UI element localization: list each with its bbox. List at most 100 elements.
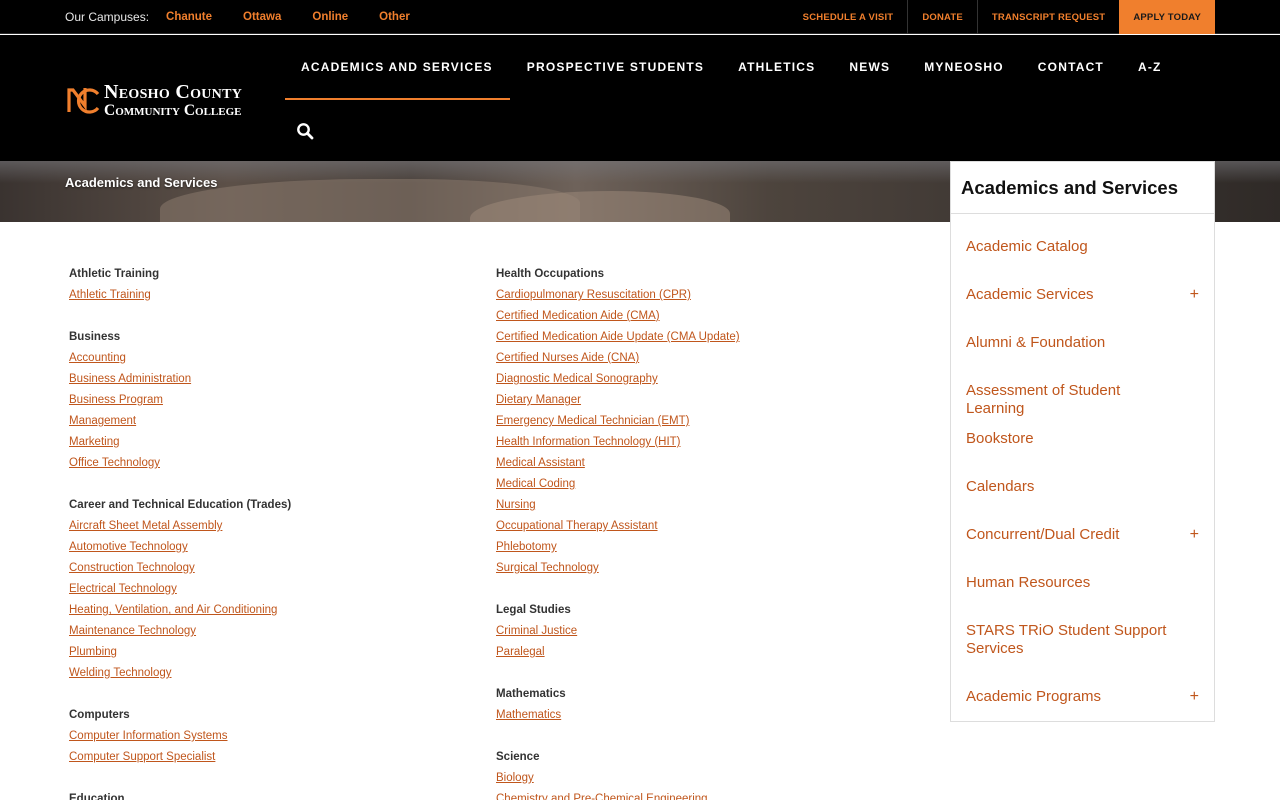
sidebar-item-link[interactable]: Calendars	[966, 478, 1180, 496]
program-link-diagnostic-medical-sonography[interactable]: Diagnostic Medical Sonography	[496, 370, 916, 391]
program-link-occupational-therapy-assistant[interactable]: Occupational Therapy Assistant	[496, 517, 916, 538]
program-link-biology[interactable]: Biology	[496, 769, 916, 790]
nav-news[interactable]: NEWS	[832, 35, 907, 99]
nav-athletics[interactable]: ATHLETICS	[721, 35, 832, 99]
nav-myneosho[interactable]: MYNEOSHO	[907, 35, 1021, 99]
program-link-maintenance-technology[interactable]: Maintenance Technology	[69, 622, 469, 643]
campus-link-ottawa[interactable]: Ottawa	[243, 11, 281, 23]
sidebar-item-assessment-of-student-learning[interactable]: Assessment of Student Learning	[951, 372, 1214, 420]
sidebar-item-link[interactable]: Academic Catalog	[966, 238, 1180, 256]
program-link-automotive-technology[interactable]: Automotive Technology	[69, 538, 469, 559]
sidebar-item-link[interactable]: Alumni & Foundation	[966, 334, 1180, 352]
program-link-surgical-technology[interactable]: Surgical Technology	[496, 559, 916, 580]
program-link-certified-medication-aide-cma[interactable]: Certified Medication Aide (CMA)	[496, 307, 916, 328]
sidebar-item-link[interactable]: Human Resources	[966, 574, 1180, 592]
program-group-education: Education	[69, 790, 469, 800]
program-link-computer-support-specialist[interactable]: Computer Support Specialist	[69, 748, 469, 769]
main-nav: ACADEMICS AND SERVICES PROSPECTIVE STUDE…	[285, 35, 1179, 100]
program-link-accounting[interactable]: Accounting	[69, 349, 469, 370]
program-group-legal-studies: Legal Studies Criminal Justice Paralegal	[496, 601, 916, 664]
nav-prospective-students[interactable]: PROSPECTIVE STUDENTS	[510, 35, 721, 99]
sidebar-item-alumni-and-foundation[interactable]: Alumni & Foundation	[951, 324, 1214, 372]
campus-link-chanute[interactable]: Chanute	[166, 11, 212, 23]
sidebar-item-academic-programs[interactable]: Academic Programs +	[951, 678, 1214, 726]
site-header: Neosho County Community College ACADEMIC…	[0, 35, 1280, 161]
donate-link[interactable]: DONATE	[907, 0, 977, 34]
program-group-athletic-training: Athletic Training Athletic Training	[69, 265, 469, 307]
program-group-heading: Career and Technical Education (Trades)	[69, 499, 292, 511]
expand-plus-icon[interactable]: +	[1190, 286, 1199, 304]
campus-selector: Our Campuses: Chanute Ottawa Online Othe…	[65, 0, 441, 34]
program-link-chemistry-and-pre-chemical-engineering[interactable]: Chemistry and Pre-Chemical Engineering	[496, 790, 916, 800]
sidebar-item-link[interactable]: Concurrent/Dual Credit	[966, 526, 1180, 544]
program-group-science: Science Biology Chemistry and Pre-Chemical…	[496, 748, 916, 800]
sidebar-title: Academics and Services	[961, 176, 1178, 198]
program-link-aircraft-sheet-metal-assembly[interactable]: Aircraft Sheet Metal Assembly	[69, 517, 469, 538]
program-group-heading: Athletic Training	[69, 268, 160, 280]
program-group-mathematics: Mathematics Mathematics	[496, 685, 916, 727]
program-group-career-and-technical-education-trades: Career and Technical Education (Trades) A…	[69, 496, 469, 685]
program-group-heading: Science	[496, 751, 540, 763]
sidebar-item-link[interactable]: Academic Programs	[966, 688, 1180, 706]
program-link-medical-assistant[interactable]: Medical Assistant	[496, 454, 916, 475]
program-link-criminal-justice[interactable]: Criminal Justice	[496, 622, 916, 643]
program-link-health-information-technology-hit[interactable]: Health Information Technology (HIT)	[496, 433, 916, 454]
college-logo[interactable]: Neosho County Community College	[65, 80, 270, 120]
program-link-construction-technology[interactable]: Construction Technology	[69, 559, 469, 580]
program-link-certified-nurses-aide-cna[interactable]: Certified Nurses Aide (CNA)	[496, 349, 916, 370]
sidebar-item-link[interactable]: Academic Services	[966, 286, 1180, 304]
program-link-paralegal[interactable]: Paralegal	[496, 643, 916, 664]
program-link-athletic-training[interactable]: Athletic Training	[69, 286, 469, 307]
sidebar-item-academic-catalog[interactable]: Academic Catalog	[951, 228, 1214, 276]
utility-links: SCHEDULE A VISIT DONATE TRANSCRIPT REQUE…	[789, 0, 1215, 34]
program-column-right: Health Occupations Cardiopulmonary Resusc…	[496, 265, 916, 800]
transcript-request-link[interactable]: TRANSCRIPT REQUEST	[976, 0, 1119, 34]
program-link-office-technology[interactable]: Office Technology	[69, 454, 469, 475]
program-link-heating-ventilation-and-air-conditioning[interactable]: Heating, Ventilation, and Air Conditioni…	[69, 601, 469, 622]
sidebar-item-bookstore[interactable]: Bookstore	[951, 420, 1214, 468]
sidebar-item-link[interactable]: STARS TRiO Student Support Services	[966, 622, 1180, 658]
program-link-mathematics[interactable]: Mathematics	[496, 706, 916, 727]
section-sidebar: Academics and Services Academic Catalog A…	[950, 161, 1215, 722]
program-link-welding-technology[interactable]: Welding Technology	[69, 664, 469, 685]
program-link-emergency-medical-technician-emt[interactable]: Emergency Medical Technician (EMT)	[496, 412, 916, 433]
program-link-nursing[interactable]: Nursing	[496, 496, 916, 517]
program-group-heading: Health Occupations	[496, 268, 604, 280]
program-link-plumbing[interactable]: Plumbing	[69, 643, 469, 664]
program-group-heading: Mathematics	[496, 688, 566, 700]
nav-a-z[interactable]: A-Z	[1121, 35, 1179, 99]
search-icon[interactable]	[296, 122, 314, 140]
program-link-medical-coding[interactable]: Medical Coding	[496, 475, 916, 496]
program-link-management[interactable]: Management	[69, 412, 469, 433]
logo-line-1: Neosho County	[104, 80, 243, 103]
expand-plus-icon[interactable]: +	[1190, 688, 1199, 706]
campus-link-online[interactable]: Online	[312, 11, 348, 23]
program-group-computers: Computers Computer Information Systems Com…	[69, 706, 469, 769]
program-column-left: Athletic Training Athletic Training Busine…	[69, 265, 469, 800]
program-link-phlebotomy[interactable]: Phlebotomy	[496, 538, 916, 559]
program-link-electrical-technology[interactable]: Electrical Technology	[69, 580, 469, 601]
sidebar-item-human-resources[interactable]: Human Resources	[951, 564, 1214, 612]
program-link-marketing[interactable]: Marketing	[69, 433, 469, 454]
sidebar-item-link[interactable]: Bookstore	[966, 430, 1180, 448]
program-link-computer-information-systems[interactable]: Computer Information Systems	[69, 727, 469, 748]
nav-contact[interactable]: CONTACT	[1021, 35, 1121, 99]
sidebar-item-link[interactable]: Assessment of Student Learning	[966, 382, 1180, 418]
sidebar-item-concurrent-dual-credit[interactable]: Concurrent/Dual Credit +	[951, 516, 1214, 564]
program-link-business-administration[interactable]: Business Administration	[69, 370, 469, 391]
program-group-business: Business Accounting Business Administratio…	[69, 328, 469, 475]
sidebar-item-stars-trio-student-support-services[interactable]: STARS TRiO Student Support Services	[951, 612, 1214, 678]
nav-academics-and-services[interactable]: ACADEMICS AND SERVICES	[285, 35, 510, 100]
logo-line-2: Community College	[104, 101, 242, 119]
schedule-visit-link[interactable]: SCHEDULE A VISIT	[789, 0, 908, 34]
program-link-cardiopulmonary-resuscitation-cpr[interactable]: Cardiopulmonary Resuscitation (CPR)	[496, 286, 916, 307]
sidebar-header: Academics and Services	[951, 162, 1214, 214]
program-link-certified-medication-aide-update-cma-update[interactable]: Certified Medication Aide Update (CMA Up…	[496, 328, 916, 349]
sidebar-item-academic-services[interactable]: Academic Services +	[951, 276, 1214, 324]
expand-plus-icon[interactable]: +	[1190, 526, 1199, 544]
campus-link-other[interactable]: Other	[379, 11, 410, 23]
apply-today-button[interactable]: APPLY TODAY	[1119, 0, 1215, 34]
program-link-dietary-manager[interactable]: Dietary Manager	[496, 391, 916, 412]
sidebar-item-calendars[interactable]: Calendars	[951, 468, 1214, 516]
program-link-business-program[interactable]: Business Program	[69, 391, 469, 412]
